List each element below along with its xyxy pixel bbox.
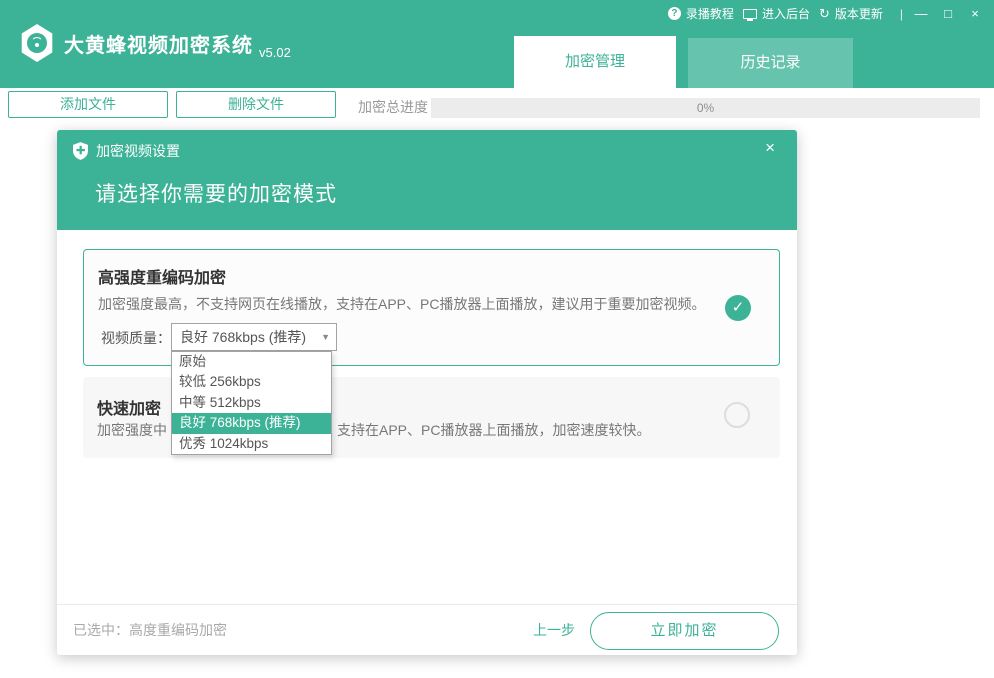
tab-encrypt-manage[interactable]: 加密管理 (514, 36, 676, 88)
option-strong-title: 高强度重编码加密 (98, 264, 226, 288)
video-quality-selected-value: 良好 768kbps (推荐) (180, 324, 306, 350)
minimize-button[interactable]: — (912, 6, 930, 21)
toolbar: 添加文件 删除文件 加密总进度 0% (0, 88, 994, 126)
app-window: ? 录播教程 进入后台 ↻ 版本更新 | — □ × 大黄蜂视频加密系统 (0, 0, 994, 678)
refresh-icon: ↻ (819, 7, 830, 20)
add-file-button[interactable]: 添加文件 (8, 91, 168, 118)
option-fast-description-left: 加密强度中 (97, 420, 167, 440)
quality-option-original[interactable]: 原始 (172, 352, 331, 372)
menu-backend[interactable]: 进入后台 (743, 5, 810, 22)
video-quality-dropdown: 原始 较低 256kbps 中等 512kbps 良好 768kbps (推荐)… (171, 351, 332, 455)
window-controls-separator: | (900, 7, 903, 21)
dialog-close-icon[interactable]: × (765, 138, 775, 158)
menu-update[interactable]: ↻ 版本更新 (819, 5, 883, 22)
maximize-button[interactable]: □ (939, 6, 957, 21)
app-header: ? 录播教程 进入后台 ↻ 版本更新 | — □ × 大黄蜂视频加密系统 (0, 0, 994, 88)
selected-check-icon[interactable]: ✓ (725, 295, 751, 321)
encrypt-now-button[interactable]: 立即加密 (590, 612, 779, 650)
menu-tutorial-label: 录播教程 (686, 5, 734, 22)
top-nav: ? 录播教程 进入后台 ↻ 版本更新 | — □ × (668, 5, 984, 22)
dialog-footer: 已选中：高度重编码加密 上一步 立即加密 (57, 604, 797, 655)
app-brand: 大黄蜂视频加密系统 v5.02 (20, 24, 291, 62)
unselected-radio-icon[interactable] (724, 402, 750, 428)
total-progress-bar: 0% (431, 98, 980, 118)
menu-update-label: 版本更新 (835, 5, 883, 22)
shield-plus-icon (73, 142, 88, 160)
selected-mode-text: 已选中：高度重编码加密 (73, 605, 227, 656)
progress-label: 加密总进度 (358, 88, 428, 126)
video-quality-select[interactable]: 良好 768kbps (推荐) ▼ (171, 323, 337, 351)
app-title: 大黄蜂视频加密系统 (64, 29, 253, 58)
quality-option-good[interactable]: 良好 768kbps (推荐) (172, 413, 331, 433)
monitor-icon (743, 9, 757, 19)
app-version: v5.02 (259, 45, 291, 62)
quality-option-low[interactable]: 较低 256kbps (172, 372, 331, 392)
option-fast-description-right: 支持在APP、PC播放器上面播放，加密速度较快。 (337, 420, 650, 440)
app-logo-icon (20, 24, 54, 62)
tab-history[interactable]: 历史记录 (688, 38, 853, 88)
encrypt-settings-dialog: 加密视频设置 × 请选择你需要的加密模式 高强度重编码加密 加密强度最高，不支持… (57, 130, 797, 655)
dialog-title: 加密视频设置 (96, 141, 180, 161)
option-strong-description: 加密强度最高，不支持网页在线播放，支持在APP、PC播放器上面播放，建议用于重要… (98, 294, 705, 314)
menu-backend-label: 进入后台 (762, 5, 810, 22)
dialog-header: 加密视频设置 × 请选择你需要的加密模式 (57, 130, 797, 230)
delete-file-button[interactable]: 删除文件 (176, 91, 336, 118)
quality-option-medium[interactable]: 中等 512kbps (172, 393, 331, 413)
chevron-down-icon: ▼ (321, 324, 330, 350)
quality-option-excellent[interactable]: 优秀 1024kbps (172, 434, 331, 454)
menu-tutorial[interactable]: ? 录播教程 (668, 5, 734, 22)
help-icon: ? (668, 7, 681, 20)
dialog-heading: 请选择你需要的加密模式 (95, 178, 337, 208)
option-fast-title: 快速加密 (97, 395, 161, 419)
back-step-link[interactable]: 上一步 (533, 605, 575, 656)
close-button[interactable]: × (966, 6, 984, 21)
video-quality-label: 视频质量： (101, 324, 171, 352)
